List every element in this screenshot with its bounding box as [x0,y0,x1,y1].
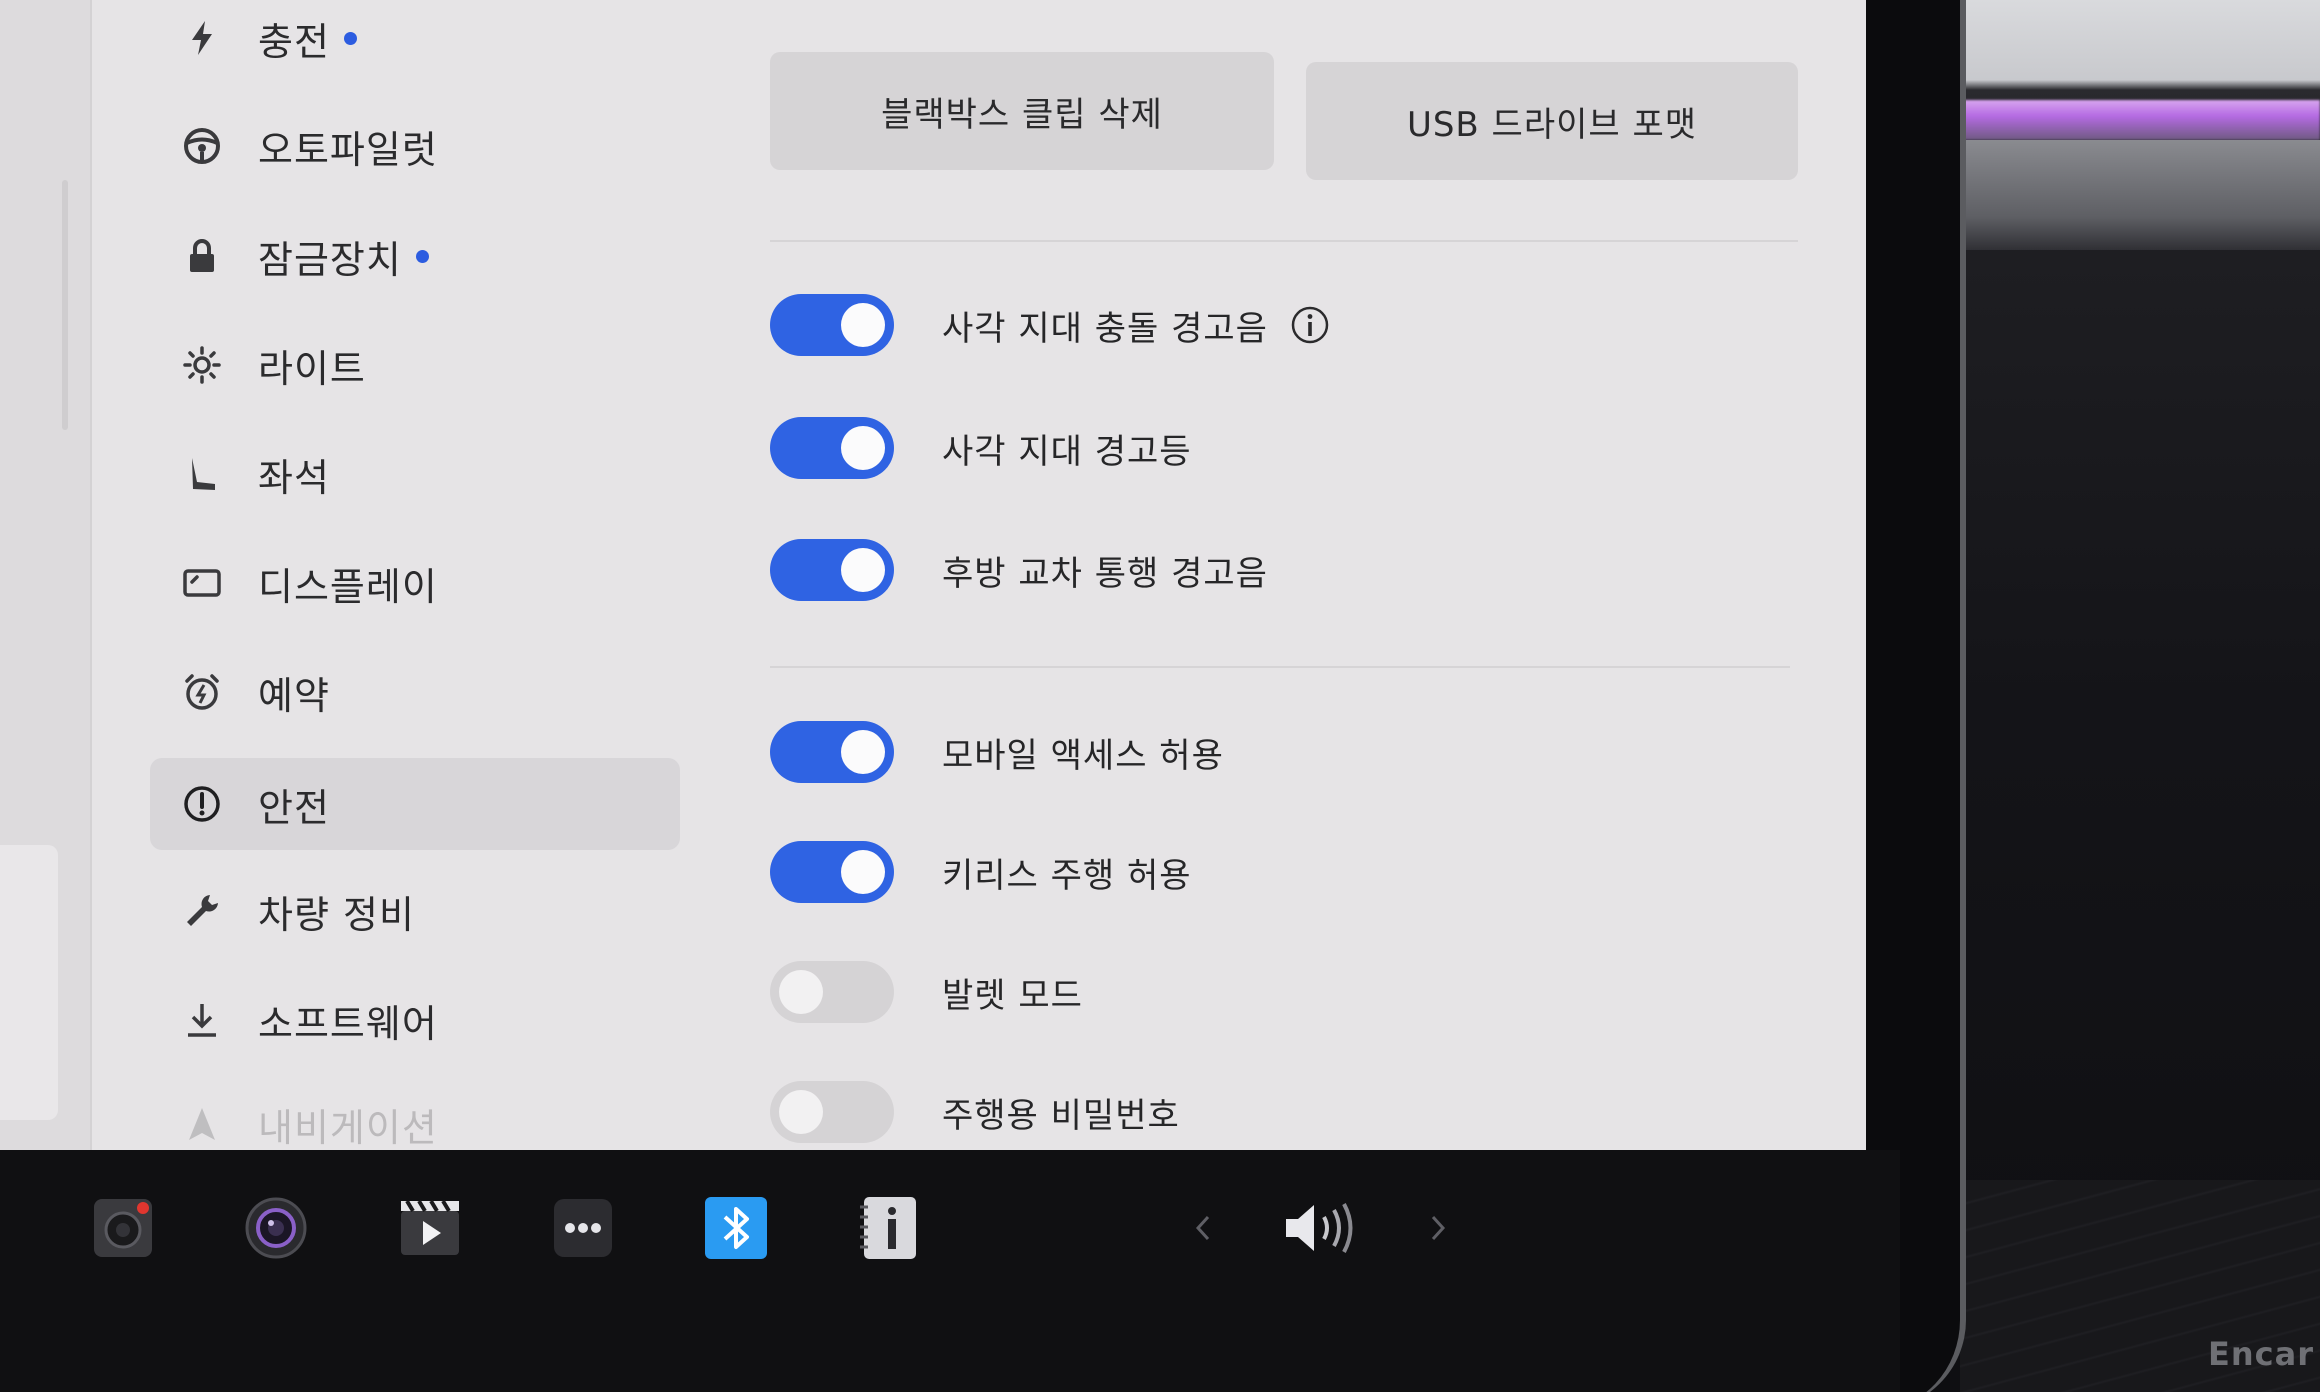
toggle-label: 사각 지대 충돌 경고음 [942,308,1268,349]
chevron-right-icon[interactable] [1405,1195,1471,1261]
toggle-row[interactable]: 주행용 비밀번호 [770,1072,1180,1150]
notification-dot [415,249,429,263]
alert-circle-icon [176,778,228,830]
sun-icon [176,339,228,391]
toggle-row[interactable]: 사각 지대 충돌 경고음 [770,285,1330,365]
download-icon [176,994,228,1046]
sidebar-item-label: 충전 [258,19,330,64]
sidebar-item-schedule[interactable]: 예약 [150,646,680,738]
section-divider [770,240,1798,242]
sidebar-item-label: 소프트웨어 [258,1001,438,1046]
sidebar-item-seats[interactable]: 좌석 [150,428,680,520]
valet-mode-toggle[interactable] [770,961,894,1023]
rear-cross-traffic-toggle[interactable] [770,539,894,601]
sidebar-item-locks[interactable]: 잠금장치 [150,210,680,302]
sidebar-item-navigation[interactable]: 내비게이션 [150,1078,680,1150]
left-panel [0,0,92,1150]
sidebar-item-label: 내비게이션 [258,1105,438,1150]
toggle-label: 주행용 비밀번호 [942,1095,1180,1136]
toggle-row[interactable]: 후방 교차 통행 경고음 [770,530,1268,610]
blind-spot-chime-toggle[interactable] [770,294,894,356]
toggle-knob [779,970,823,1014]
toggle-label: 사각 지대 경고등 [942,431,1192,472]
safety-settings-panel: 블랙박스 클립 삭제 USB 드라이브 포맷 사각 지대 충돌 경고음 사각 지… [770,0,1866,1150]
taskbar [0,1150,1900,1392]
sidebar-item-lights[interactable]: 라이트 [150,319,680,411]
format-usb-drive-button[interactable]: USB 드라이브 포맷 [1306,62,1798,180]
sidebar-item-software[interactable]: 소프트웨어 [150,974,680,1066]
scrollbar[interactable] [62,180,68,430]
navigation-arrow-icon [176,1098,228,1150]
keyless-driving-toggle[interactable] [770,841,894,903]
toggle-row[interactable]: 모바일 액세스 허용 [770,712,1224,792]
manual-info-icon[interactable] [856,1195,922,1261]
blind-spot-light-toggle[interactable] [770,417,894,479]
dashcam-icon[interactable] [90,1195,156,1261]
sidebar-item-safety[interactable]: 안전 [150,758,680,850]
sidebar-item-label: 좌석 [258,455,330,500]
photo-stage: 충전 오토파일럿 잠금장치 라이트 좌석 디스플레이 예약 안전 차량 정비 소… [0,0,2320,1392]
toggle-label: 후방 교차 통행 경고음 [942,553,1268,594]
toggle-label: 키리스 주행 허용 [942,855,1192,896]
sidebar-item-label: 라이트 [258,346,366,391]
camera-lens-icon[interactable] [243,1195,309,1261]
sidebar-item-label: 디스플레이 [258,564,438,609]
sidebar-item-label: 안전 [258,785,330,830]
toggle-knob [779,1090,823,1134]
toggle-row[interactable]: 발렛 모드 [770,952,1083,1032]
toggle-row[interactable]: 사각 지대 경고등 [770,408,1192,488]
toggle-knob [841,850,885,894]
sidebar-item-label: 잠금장치 [258,237,402,282]
sidebar-item-label: 예약 [258,673,330,718]
dashboard-trim [1950,140,2320,250]
volume-icon[interactable] [1282,1195,1362,1261]
toggle-knob [841,426,885,470]
toggle-label: 발렛 모드 [942,975,1083,1016]
ambient-light-strip [1950,100,2320,140]
toggle-knob [841,303,885,347]
lightning-icon [176,12,228,64]
bluetooth-icon[interactable] [703,1195,769,1261]
video-player-icon[interactable] [397,1195,463,1261]
alarm-clock-icon [176,666,228,718]
chevron-left-icon[interactable] [1170,1195,1236,1261]
sidebar-item-charging[interactable]: 충전 [150,0,680,84]
delete-dashcam-clips-button[interactable]: 블랙박스 클립 삭제 [770,52,1274,170]
sidebar-item-autopilot[interactable]: 오토파일럿 [150,100,680,192]
lock-icon [176,230,228,282]
more-icon[interactable] [550,1195,616,1261]
toggle-row[interactable]: 키리스 주행 허용 [770,832,1192,912]
info-icon[interactable] [1290,305,1330,345]
sidebar-item-service[interactable]: 차량 정비 [150,865,680,957]
pin-to-drive-toggle[interactable] [770,1081,894,1143]
left-card [0,845,58,1120]
settings-sidebar: 충전 오토파일럿 잠금장치 라이트 좌석 디스플레이 예약 안전 차량 정비 소… [150,0,680,1150]
display-icon [176,557,228,609]
sidebar-item-label: 차량 정비 [258,892,415,937]
wrench-icon [176,885,228,937]
toggle-label: 모바일 액세스 허용 [942,735,1224,776]
toggle-knob [841,730,885,774]
notification-dot [343,31,357,45]
toggle-knob [841,548,885,592]
sidebar-item-display[interactable]: 디스플레이 [150,537,680,629]
touchscreen: 충전 오토파일럿 잠금장치 라이트 좌석 디스플레이 예약 안전 차량 정비 소… [0,0,1866,1150]
steering-wheel-icon [176,120,228,172]
watermark: Encar [2208,1335,2314,1373]
section-divider [770,666,1790,668]
mobile-access-toggle[interactable] [770,721,894,783]
seat-icon [176,448,228,500]
sidebar-item-label: 오토파일럿 [258,127,438,172]
